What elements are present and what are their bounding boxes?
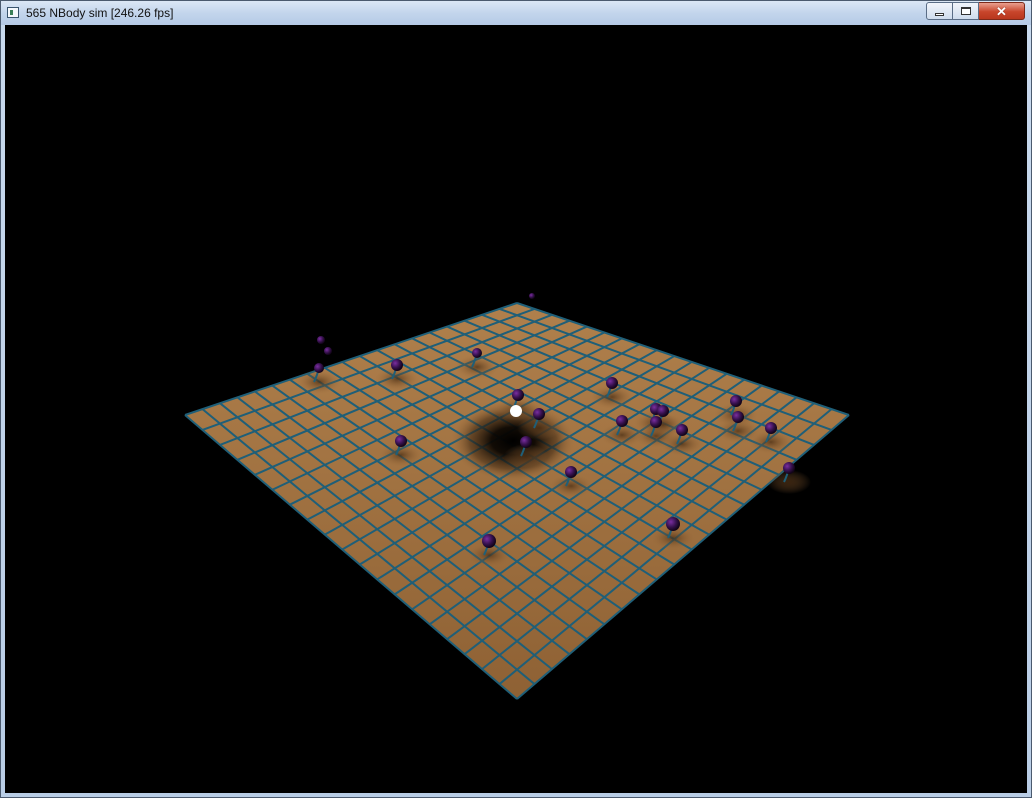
close-icon: ✕ — [996, 3, 1007, 19]
body — [732, 411, 744, 423]
simulation-viewport[interactable] — [5, 25, 1027, 793]
body — [650, 416, 662, 428]
title-bar[interactable]: 565 NBody sim [246.26 fps] ✕ — [1, 1, 1031, 25]
body — [765, 422, 777, 434]
body — [314, 363, 324, 373]
body — [520, 436, 532, 448]
body — [533, 408, 545, 420]
body — [391, 359, 403, 371]
body — [324, 347, 332, 355]
body — [616, 415, 628, 427]
body — [395, 435, 407, 447]
minimize-icon — [935, 12, 944, 16]
app-icon[interactable] — [7, 7, 19, 18]
body — [730, 395, 742, 407]
maximize-button[interactable] — [953, 2, 979, 20]
body-dimple — [297, 370, 341, 394]
body — [317, 336, 325, 344]
body — [657, 405, 669, 417]
body — [565, 466, 577, 478]
simulation-canvas[interactable] — [5, 25, 1027, 793]
app-window: 565 NBody sim [246.26 fps] ✕ — [0, 0, 1032, 798]
body — [472, 348, 482, 358]
body — [666, 517, 680, 531]
close-button[interactable]: ✕ — [979, 2, 1025, 20]
maximize-icon — [960, 7, 971, 15]
body — [676, 424, 688, 436]
body — [512, 389, 524, 401]
window-controls: ✕ — [926, 2, 1025, 21]
body — [529, 293, 535, 299]
body — [783, 462, 795, 474]
body-dimple — [455, 355, 499, 379]
body — [606, 377, 618, 389]
central-body — [510, 405, 522, 417]
body — [482, 534, 496, 548]
window-title: 565 NBody sim [246.26 fps] — [26, 6, 174, 20]
minimize-button[interactable] — [926, 2, 953, 20]
